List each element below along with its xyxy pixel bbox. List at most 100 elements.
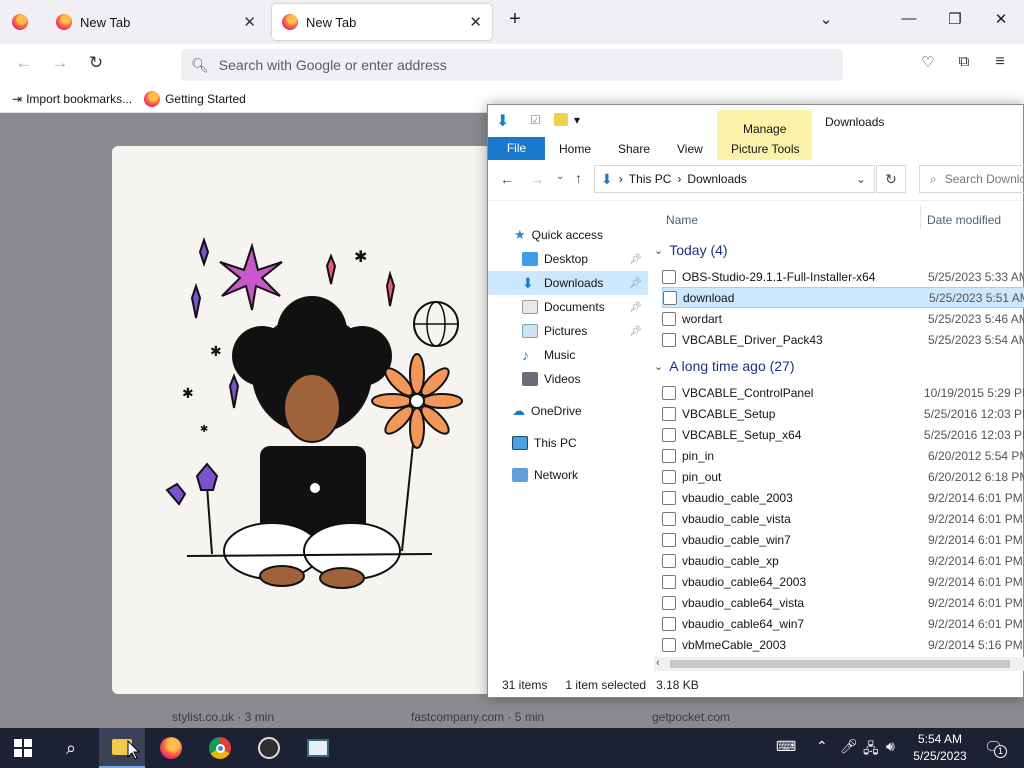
nav-pictures[interactable]: Pictures 📌︎ bbox=[488, 319, 648, 343]
file-row[interactable]: vbaudio_cable64_win7 9/2/2014 6:01 PM bbox=[662, 613, 1024, 634]
file-row[interactable]: vbaudio_cable64_vista 9/2/2014 6:01 PM bbox=[662, 592, 1024, 613]
close-icon[interactable]: ✕ bbox=[243, 13, 256, 31]
close-icon[interactable]: ✕ bbox=[469, 13, 482, 31]
file-date: 5/25/2023 5:54 AM bbox=[928, 332, 1024, 347]
nav-quick-access[interactable]: ★ Quick access bbox=[488, 223, 648, 247]
breadcrumb-this-pc[interactable]: This PC bbox=[629, 172, 672, 186]
file-icon bbox=[662, 311, 676, 326]
file-row[interactable]: vbaudio_cable64_2003 9/2/2014 6:01 PM bbox=[662, 571, 1024, 592]
file-row[interactable]: download 5/25/2023 5:51 AM bbox=[662, 287, 1024, 308]
pin-icon[interactable]: 📌︎ bbox=[629, 254, 642, 265]
nav-documents[interactable]: Documents 📌︎ bbox=[488, 295, 648, 319]
maximize-icon[interactable]: ❐ bbox=[943, 10, 967, 34]
clock[interactable]: 5:54 AM 5/25/2023 bbox=[910, 731, 970, 765]
group-header-today[interactable]: ⌄ Today (4) bbox=[654, 239, 728, 261]
file-row[interactable]: pin_in 6/20/2012 5:54 PM bbox=[662, 445, 1024, 466]
column-header-name[interactable]: Name bbox=[666, 213, 698, 227]
minimize-icon[interactable]: — bbox=[897, 10, 921, 34]
nav-onedrive[interactable]: ☁ OneDrive bbox=[488, 399, 648, 423]
tab-share[interactable]: Share bbox=[618, 142, 650, 156]
pocket-story-card[interactable]: ✱ ✱ ✱ ✱ bbox=[112, 146, 492, 694]
address-dropdown-icon[interactable]: ⌄ bbox=[856, 172, 866, 186]
pocket-icon[interactable]: ♡ bbox=[916, 53, 940, 77]
recent-locations-icon[interactable]: ⌄ bbox=[556, 171, 564, 182]
up-icon[interactable]: ↑ bbox=[575, 170, 582, 186]
back-icon[interactable]: ← bbox=[500, 171, 514, 187]
file-icon bbox=[662, 490, 676, 505]
nav-music[interactable]: ♪ Music bbox=[488, 343, 648, 367]
pin-icon[interactable]: 📌︎ bbox=[629, 302, 642, 313]
notification-center[interactable]: 🗨︎ 1 bbox=[984, 738, 1007, 758]
file-row[interactable]: VBCABLE_Setup_x64 5/25/2016 12:03 PM bbox=[662, 424, 1024, 445]
file-row[interactable]: VBCABLE_Driver_Pack43 5/25/2023 5:54 AM bbox=[662, 329, 1024, 350]
keyboard-icon[interactable]: ⌨ bbox=[776, 738, 796, 755]
chrome-taskbar-button[interactable] bbox=[197, 728, 243, 768]
tab-1[interactable]: New Tab ✕ bbox=[46, 4, 266, 40]
address-bar[interactable]: ⬇ › This PC › Downloads ⌄ bbox=[594, 165, 875, 193]
nav-downloads[interactable]: ⬇ Downloads 📌︎ bbox=[488, 271, 648, 295]
extensions-icon[interactable]: ⧉ bbox=[952, 53, 976, 77]
volume-icon[interactable]: 🔊︎ bbox=[886, 738, 895, 755]
file-row[interactable]: wordart 5/25/2023 5:46 AM bbox=[662, 308, 1024, 329]
getting-started-bookmark[interactable]: Getting Started bbox=[144, 91, 246, 107]
start-button[interactable] bbox=[0, 728, 46, 768]
window-app-icon bbox=[307, 739, 329, 757]
file-date: 5/25/2016 12:03 PM bbox=[923, 406, 1024, 421]
tab-home[interactable]: Home bbox=[559, 142, 591, 156]
tab-picture-tools[interactable]: Picture Tools bbox=[731, 142, 799, 156]
menu-icon[interactable]: ≡ bbox=[988, 53, 1012, 77]
chevron-down-icon[interactable]: ⌄ bbox=[814, 10, 838, 34]
chevron-up-icon[interactable]: ⌃ bbox=[816, 738, 828, 755]
nav-this-pc[interactable]: This PC bbox=[488, 431, 648, 455]
search-input[interactable]: ⌕ Search Downloads bbox=[919, 165, 1024, 193]
download-arrow-icon[interactable]: ⬇ bbox=[496, 111, 509, 131]
close-window-icon[interactable]: ✕ bbox=[989, 10, 1013, 34]
file-row[interactable]: VBCABLE_ControlPanel 10/19/2015 5:29 PM bbox=[662, 382, 1024, 403]
scroll-left-icon[interactable]: ‹ bbox=[656, 657, 660, 669]
horizontal-scrollbar[interactable]: ‹ bbox=[654, 657, 1024, 671]
column-header-date[interactable]: Date modified bbox=[927, 213, 1001, 227]
file-icon bbox=[662, 269, 676, 284]
pin-icon[interactable]: 📌︎ bbox=[629, 326, 642, 337]
tab-view[interactable]: View bbox=[677, 142, 703, 156]
file-row[interactable]: OBS-Studio-29.1.1-Full-Installer-x64 5/25… bbox=[662, 266, 1024, 287]
file-row[interactable]: VBCABLE_Setup 5/25/2016 12:03 PM bbox=[662, 403, 1024, 424]
properties-icon[interactable]: ☑ bbox=[530, 113, 541, 127]
file-row[interactable]: vbaudio_cable_vista 9/2/2014 6:01 PM bbox=[662, 508, 1024, 529]
nav-videos[interactable]: Videos bbox=[488, 367, 648, 391]
card-caption: fastcompany.com · 5 min bbox=[411, 710, 545, 724]
tab-2[interactable]: New Tab ✕ bbox=[272, 4, 492, 40]
firefox-view-icon[interactable] bbox=[12, 14, 28, 30]
group-header-old[interactable]: ⌄ A long time ago (27) bbox=[654, 355, 795, 377]
app-taskbar-button[interactable] bbox=[295, 728, 341, 768]
customize-toolbar-icon[interactable]: ▾ bbox=[574, 113, 580, 127]
file-name: pin_in bbox=[682, 448, 715, 463]
search-icon: ⌕ bbox=[930, 171, 937, 186]
refresh-icon[interactable]: ↻ bbox=[876, 165, 906, 193]
nav-desktop[interactable]: Desktop 📌︎ bbox=[488, 247, 648, 271]
obs-taskbar-button[interactable] bbox=[246, 728, 292, 768]
file-tab[interactable]: File bbox=[488, 137, 545, 160]
back-icon[interactable]: ← bbox=[12, 53, 36, 77]
import-bookmarks[interactable]: ⇥ Import bookmarks... bbox=[12, 92, 132, 106]
file-row[interactable]: vbMmeCable_2003 9/2/2014 5:16 PM bbox=[662, 634, 1024, 655]
forward-icon[interactable]: → bbox=[530, 171, 544, 187]
breadcrumb-downloads[interactable]: Downloads bbox=[687, 172, 746, 186]
scrollbar-thumb[interactable] bbox=[670, 660, 1010, 668]
file-row[interactable]: vbaudio_cable_win7 9/2/2014 6:01 PM bbox=[662, 529, 1024, 550]
reload-icon[interactable]: ↻ bbox=[84, 53, 108, 77]
new-folder-icon[interactable] bbox=[554, 113, 568, 126]
nav-network[interactable]: Network bbox=[488, 463, 648, 487]
file-row[interactable]: vbaudio_cable_xp 9/2/2014 6:01 PM bbox=[662, 550, 1024, 571]
microphone-icon[interactable]: 🎤︎ bbox=[840, 738, 858, 755]
search-icon[interactable]: ⌕ bbox=[48, 728, 94, 768]
firefox-taskbar-button[interactable] bbox=[148, 728, 194, 768]
network-status-icon[interactable]: 🖧 bbox=[863, 738, 879, 762]
pin-icon[interactable]: 📌︎ bbox=[629, 278, 642, 289]
url-bar[interactable]: 🔍︎ Search with Google or enter address bbox=[181, 49, 843, 81]
card-caption: getpocket.com bbox=[652, 710, 731, 724]
new-tab-icon[interactable]: + bbox=[503, 8, 527, 32]
file-row[interactable]: pin_out 6/20/2012 6:18 PM bbox=[662, 466, 1024, 487]
file-row[interactable]: vbaudio_cable_2003 9/2/2014 6:01 PM bbox=[662, 487, 1024, 508]
forward-icon[interactable]: → bbox=[48, 53, 72, 77]
